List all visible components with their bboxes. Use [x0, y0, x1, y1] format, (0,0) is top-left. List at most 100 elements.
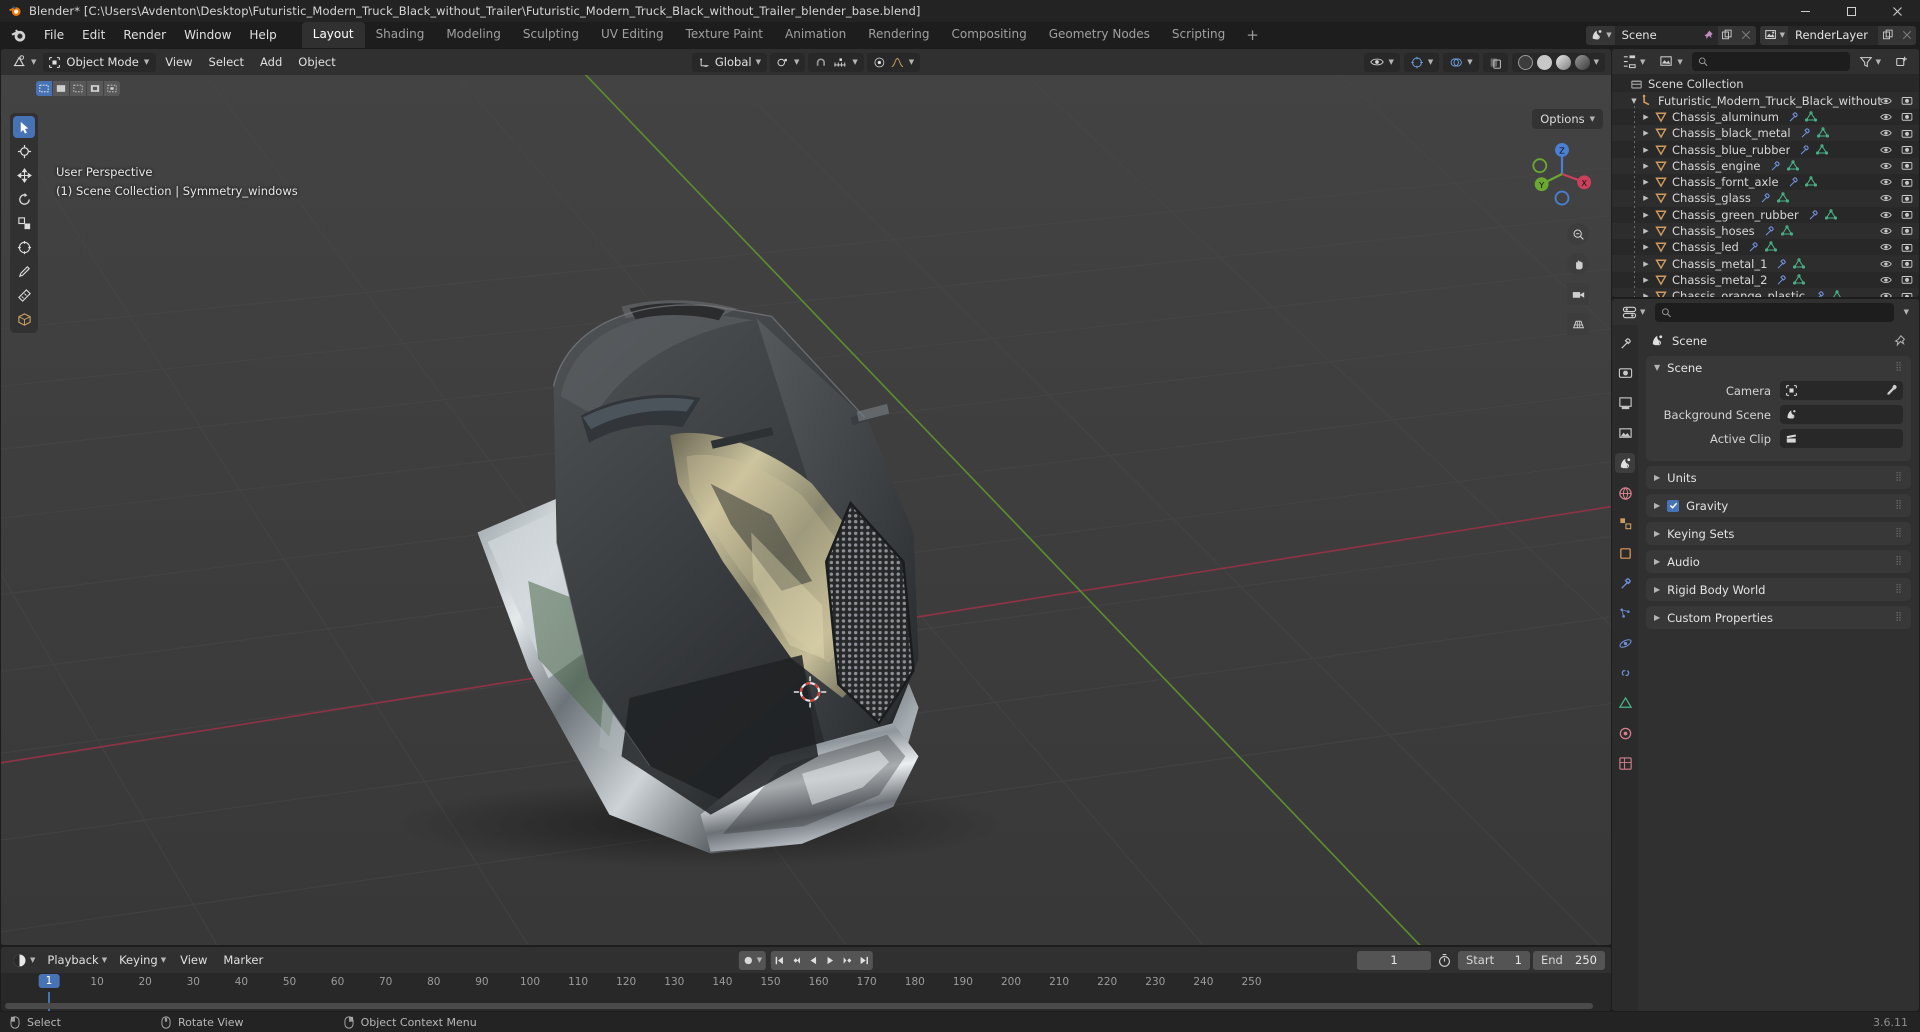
toggle-perspective-icon[interactable] — [1567, 313, 1589, 335]
rotate-tool[interactable] — [13, 188, 35, 210]
cursor-tool[interactable] — [13, 140, 35, 162]
outliner-row-object[interactable]: ▶ Chassis_hoses — [1612, 222, 1919, 240]
timeline-marker-menu[interactable]: Marker — [216, 950, 270, 970]
visibility-selector[interactable]: ▼ — [1364, 52, 1400, 72]
outliner-search-input[interactable] — [1712, 54, 1844, 69]
modifier-wrench-icon[interactable] — [1763, 225, 1775, 237]
menu-render[interactable]: Render — [114, 25, 175, 45]
tab-rendering[interactable]: Rendering — [857, 22, 940, 48]
camera-render-icon[interactable] — [1901, 225, 1913, 236]
panel-header[interactable]: ▶ Rigid Body World ⣿ — [1646, 578, 1911, 601]
menu-help[interactable]: Help — [240, 25, 285, 45]
auto-keying-toggle[interactable]: ▼ — [738, 950, 767, 970]
mesh-data-icon[interactable] — [1824, 208, 1837, 221]
tab-scripting[interactable]: Scripting — [1161, 22, 1236, 48]
play-reverse-button[interactable] — [805, 951, 822, 970]
modifier-wrench-icon[interactable] — [1813, 290, 1825, 297]
panel-header[interactable]: ▶ Keying Sets ⣿ — [1646, 522, 1911, 545]
viewlayer-name[interactable]: RenderLayer — [1788, 28, 1878, 42]
eye-icon[interactable] — [1880, 112, 1892, 122]
eye-icon[interactable] — [1880, 177, 1892, 187]
jump-to-end-button[interactable] — [856, 951, 873, 970]
measure-tool[interactable] — [13, 284, 35, 306]
eye-icon[interactable] — [1880, 128, 1892, 138]
tab-material[interactable] — [1615, 723, 1635, 743]
mesh-data-icon[interactable] — [1793, 257, 1806, 270]
outliner-row-object[interactable]: ▶ Chassis_fornt_axle — [1612, 174, 1919, 190]
select-invert-icon[interactable] — [87, 81, 103, 96]
eye-icon[interactable] — [1880, 210, 1892, 220]
tab-output[interactable] — [1615, 393, 1635, 413]
menu-file[interactable]: File — [35, 25, 73, 45]
maximize-button[interactable] — [1828, 0, 1874, 22]
tab-modifiers[interactable] — [1615, 573, 1635, 593]
camera-render-icon[interactable] — [1901, 242, 1913, 253]
eye-icon[interactable] — [1880, 145, 1892, 155]
panel-header[interactable]: ▶ Gravity ⣿ — [1646, 494, 1911, 517]
viewport-menu-object[interactable]: Object — [291, 52, 342, 72]
object-mode-selector[interactable]: Object Mode ▼ — [43, 52, 157, 72]
current-frame-field[interactable]: 1 — [1357, 950, 1431, 970]
timeline-view-menu[interactable]: View — [173, 950, 214, 970]
disclosure-triangle-icon[interactable]: ▼ — [1628, 97, 1640, 105]
properties-search-input[interactable] — [1676, 305, 1888, 319]
timeline-scrollbar[interactable] — [5, 1003, 1593, 1009]
end-frame-field[interactable]: End 250 — [1533, 950, 1605, 970]
transform-tool[interactable] — [13, 236, 35, 258]
outliner-search-box[interactable] — [1691, 52, 1850, 72]
modifier-wrench-icon[interactable] — [1747, 241, 1759, 253]
disclosure-triangle-icon[interactable]: ▶ — [1640, 129, 1652, 137]
zoom-icon[interactable] — [1567, 223, 1589, 245]
mesh-data-icon[interactable] — [1776, 192, 1789, 204]
camera-render-icon[interactable] — [1901, 258, 1913, 269]
outliner-tree[interactable]: Scene Collection ▼ Futuristic_Modern_Tru… — [1612, 74, 1919, 297]
tab-modeling[interactable]: Modeling — [435, 22, 512, 48]
viewport-menu-view[interactable]: View — [158, 52, 199, 72]
scene-selector[interactable]: ▼ Scene — [1586, 25, 1756, 45]
timeline-playback-menu[interactable]: Playback ▼ — [42, 951, 112, 969]
new-viewlayer-button[interactable] — [1878, 25, 1897, 45]
eye-icon[interactable] — [1880, 259, 1892, 269]
jump-to-start-button[interactable] — [771, 951, 788, 970]
move-tool[interactable] — [13, 164, 35, 186]
panel-checkbox[interactable] — [1667, 499, 1680, 512]
tab-uv-editing[interactable]: UV Editing — [590, 22, 675, 48]
mesh-data-icon[interactable] — [1816, 127, 1829, 139]
outliner-row-object[interactable]: ▶ Chassis_orange_plastic — [1612, 288, 1919, 297]
mesh-data-icon[interactable] — [1816, 143, 1829, 156]
gizmo-toggle[interactable]: ▼ — [1403, 52, 1440, 72]
select-extend-icon[interactable] — [53, 81, 69, 96]
playhead-label[interactable]: 1 — [38, 974, 60, 988]
add-cube-tool[interactable] — [13, 308, 35, 330]
xray-toggle[interactable] — [1482, 52, 1508, 72]
scene-icon[interactable]: ▼ — [1586, 25, 1615, 45]
menu-window[interactable]: Window — [175, 25, 240, 45]
next-keyframe-button[interactable] — [839, 951, 856, 970]
eye-icon[interactable] — [1880, 291, 1892, 297]
timeline-keying-menu[interactable]: Keying ▼ — [114, 951, 171, 969]
tab-layout[interactable]: Layout — [301, 22, 365, 48]
camera-render-icon[interactable] — [1901, 291, 1913, 297]
properties-search-box[interactable] — [1655, 302, 1894, 322]
delete-viewlayer-button[interactable] — [1897, 25, 1916, 45]
tab-world[interactable] — [1615, 483, 1635, 503]
minimize-button[interactable] — [1782, 0, 1828, 22]
disclosure-triangle-icon[interactable]: ▶ — [1640, 276, 1652, 284]
active-clip-field[interactable] — [1780, 429, 1903, 448]
eye-icon[interactable] — [1880, 96, 1892, 106]
camera-render-icon[interactable] — [1901, 160, 1913, 171]
modifier-wrench-icon[interactable] — [1787, 111, 1799, 123]
shading-mode-selector[interactable]: ▼ — [1511, 52, 1605, 72]
start-frame-field[interactable]: Start 1 — [1458, 950, 1530, 970]
annotate-tool[interactable] — [13, 260, 35, 282]
tab-collection[interactable] — [1615, 513, 1635, 533]
disclosure-triangle-icon[interactable]: ▶ — [1640, 194, 1652, 202]
viewport-menu-select[interactable]: Select — [202, 52, 251, 72]
modifier-wrench-icon[interactable] — [1807, 209, 1819, 221]
scale-tool[interactable] — [13, 212, 35, 234]
wireframe-shading-icon[interactable] — [1517, 54, 1533, 70]
snap-pivot-selector[interactable]: ▼ — [769, 52, 806, 72]
delete-scene-button[interactable] — [1736, 25, 1756, 45]
mesh-data-icon[interactable] — [1764, 241, 1777, 253]
view-layer-icon[interactable]: ▼ — [1759, 25, 1788, 45]
